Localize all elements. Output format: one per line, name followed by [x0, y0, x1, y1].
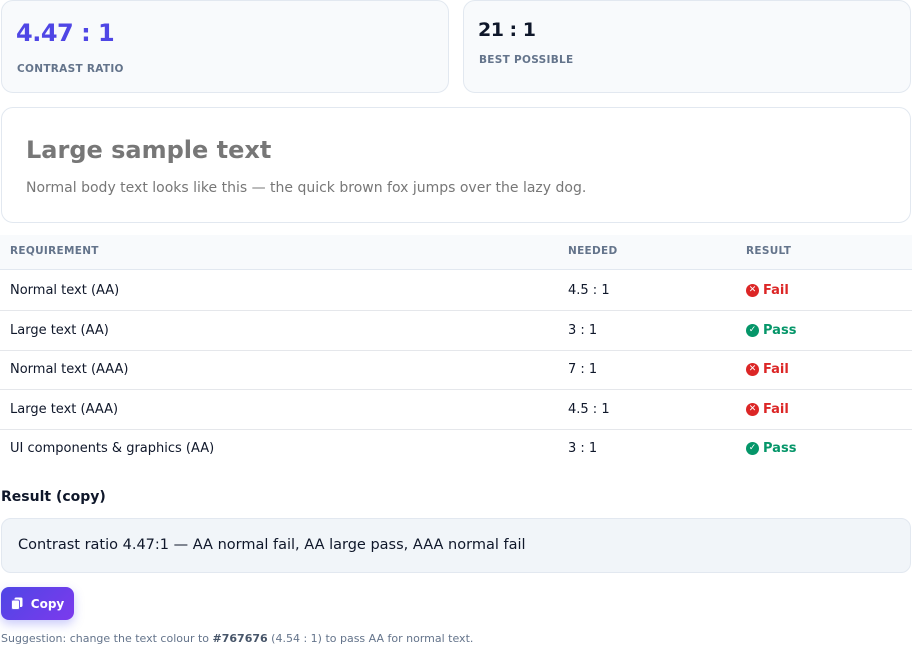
result-cell: ✕ Fail [746, 283, 789, 298]
result-text: Contrast ratio 4.47:1 — AA normal fail, … [18, 537, 526, 553]
body-sample-text: Normal body text looks like this — the q… [26, 180, 587, 196]
header-needed: NEEDED [568, 245, 618, 257]
suggestion-suffix: (4.54 : 1) to pass AA for normal text. [267, 632, 474, 645]
result-label: Pass [763, 441, 797, 456]
header-result: RESULT [746, 245, 792, 257]
result-label: Pass [763, 323, 797, 338]
suggested-color: #767676 [212, 632, 268, 645]
table-row: Large text (AAA) 4.5 : 1 ✕ Fail [0, 390, 912, 430]
needed-cell: 4.5 : 1 [568, 402, 610, 417]
requirement-cell: Large text (AAA) [10, 402, 119, 417]
header-requirement: REQUIREMENT [10, 245, 99, 257]
requirement-cell: Normal text (AAA) [10, 362, 129, 377]
result-cell: ✕ Fail [746, 402, 789, 417]
sample-preview: Large sample text Normal body text looks… [1, 107, 911, 223]
x-circle-icon: ✕ [746, 403, 759, 416]
best-possible-value: 21 : 1 [478, 19, 536, 41]
contrast-ratio-value: 4.47 : 1 [16, 19, 115, 47]
needed-cell: 7 : 1 [568, 362, 598, 377]
requirement-cell: Normal text (AA) [10, 283, 120, 298]
table-row: Normal text (AA) 4.5 : 1 ✕ Fail [0, 271, 912, 311]
x-circle-icon: ✕ [746, 284, 759, 297]
table-row: Large text (AA) 3 : 1 ✓ Pass [0, 311, 912, 351]
requirement-cell: Large text (AA) [10, 323, 109, 338]
contrast-ratio-label: CONTRAST RATIO [17, 63, 124, 75]
table-header: REQUIREMENT NEEDED RESULT [0, 235, 912, 270]
table-row: UI components & graphics (AA) 3 : 1 ✓ Pa… [0, 429, 912, 469]
result-label: Fail [763, 362, 789, 377]
needed-cell: 3 : 1 [568, 441, 598, 456]
needed-cell: 4.5 : 1 [568, 283, 610, 298]
copy-button-label: Copy [30, 596, 65, 611]
result-title: Result (copy) [1, 489, 106, 505]
copy-button[interactable]: Copy [1, 587, 74, 620]
table-row: Normal text (AAA) 7 : 1 ✕ Fail [0, 350, 912, 390]
result-label: Fail [763, 402, 789, 417]
needed-cell: 3 : 1 [568, 323, 598, 338]
result-label: Fail [763, 283, 789, 298]
result-cell: ✓ Pass [746, 441, 796, 456]
best-possible-label: BEST POSSIBLE [479, 54, 574, 66]
check-circle-icon: ✓ [746, 324, 759, 337]
best-possible-card: 21 : 1 BEST POSSIBLE [463, 0, 911, 93]
x-circle-icon: ✕ [746, 363, 759, 376]
contrast-ratio-card: 4.47 : 1 CONTRAST RATIO [1, 0, 449, 93]
result-cell: ✓ Pass [746, 323, 796, 338]
result-cell: ✕ Fail [746, 362, 789, 377]
suggestion-text: Suggestion: change the text colour to #7… [1, 632, 473, 645]
check-circle-icon: ✓ [746, 442, 759, 455]
large-sample-text: Large sample text [26, 136, 272, 164]
copy-icon [10, 597, 23, 610]
suggestion-prefix: Suggestion: change the text colour to [1, 632, 213, 645]
result-output[interactable]: Contrast ratio 4.47:1 — AA normal fail, … [1, 518, 911, 573]
requirement-cell: UI components & graphics (AA) [10, 441, 215, 456]
